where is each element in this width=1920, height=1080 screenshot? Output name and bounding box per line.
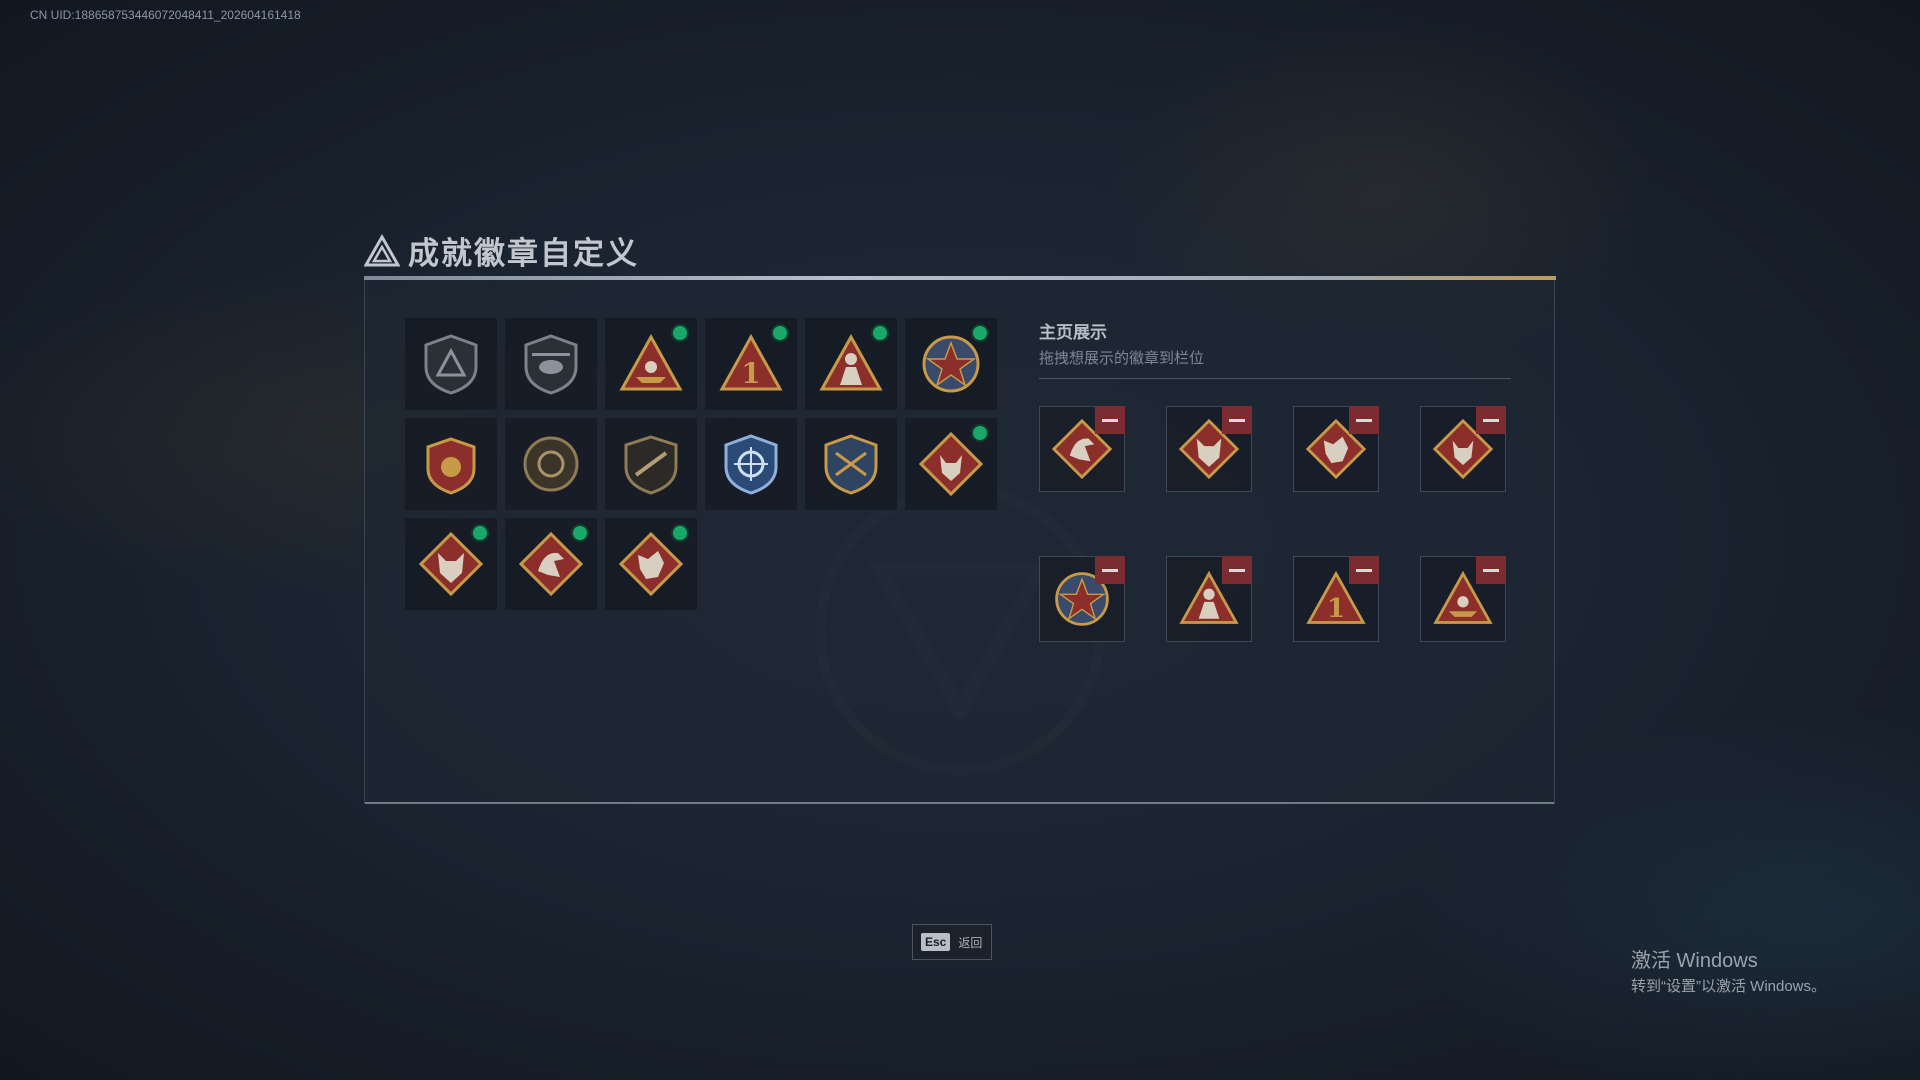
showcase-slot[interactable] <box>1420 556 1506 642</box>
minus-icon <box>1102 568 1118 572</box>
badge-slot[interactable] <box>805 318 897 410</box>
badge-slot[interactable] <box>905 318 997 410</box>
remove-badge-button[interactable] <box>1349 556 1379 584</box>
badge-slot[interactable] <box>605 418 697 510</box>
new-indicator-dot <box>773 326 787 340</box>
remove-badge-button[interactable] <box>1222 406 1252 434</box>
minus-icon <box>1483 418 1499 422</box>
rifle-shield-badge-icon <box>624 435 678 495</box>
showcase-slot[interactable] <box>1293 406 1379 492</box>
badge-slot[interactable] <box>505 318 597 410</box>
badge-slot[interactable] <box>505 418 597 510</box>
minus-icon <box>1483 568 1499 572</box>
minus-icon <box>1102 418 1118 422</box>
triangle-soldier-badge-icon <box>819 333 883 391</box>
showcase-slot-grid: 1 <box>1039 406 1506 642</box>
remove-badge-button[interactable] <box>1476 556 1506 584</box>
panel-bottom-border <box>365 802 1554 804</box>
badge-slot[interactable] <box>805 418 897 510</box>
star-medal-badge-icon <box>922 335 980 393</box>
esc-key-hint: Esc <box>921 933 951 951</box>
showcase-slot[interactable]: 1 <box>1293 556 1379 642</box>
minus-icon <box>1229 568 1245 572</box>
badge-slot[interactable]: 1 <box>705 318 797 410</box>
new-indicator-dot <box>573 526 587 540</box>
windows-activation-title: 激活 Windows <box>1631 950 1758 972</box>
new-indicator-dot <box>973 426 987 440</box>
page-title: 成就徽章自定义 <box>408 236 639 272</box>
minus-icon <box>1229 418 1245 422</box>
remove-badge-button[interactable] <box>1095 406 1125 434</box>
triangle-logo-icon <box>364 233 400 266</box>
minus-icon <box>1356 568 1372 572</box>
new-indicator-dot <box>473 526 487 540</box>
badge-customize-panel: 1 主页展示 拖拽想展示的徽章到栏位 1 <box>364 280 1555 804</box>
windows-activation-subtitle: 转到“设置”以激活 Windows。 <box>1631 978 1827 995</box>
page-header: 成就徽章自定义 <box>364 228 639 273</box>
new-indicator-dot <box>673 326 687 340</box>
svg-text:1: 1 <box>1327 593 1345 624</box>
badge-slot[interactable] <box>605 318 697 410</box>
minus-icon <box>1356 418 1372 422</box>
new-indicator-dot <box>873 326 887 340</box>
shield-triangle-badge-icon <box>424 334 478 395</box>
remove-badge-button[interactable] <box>1476 406 1506 434</box>
gold-crest-badge-icon <box>824 434 878 495</box>
showcase-title: 主页展示 <box>1039 323 1107 343</box>
showcase-slot[interactable] <box>1039 406 1125 492</box>
badge-collection-grid: 1 <box>405 318 997 610</box>
back-label: 返回 <box>958 935 983 950</box>
helicopter-badge-icon <box>524 334 578 395</box>
uid-label: CN UID:1886587534460720484​11_2026041614… <box>30 8 301 22</box>
badge-slot[interactable] <box>605 518 697 610</box>
wolf-diamond-badge-icon <box>918 431 984 497</box>
showcase-divider <box>1039 378 1511 379</box>
homepage-showcase: 主页展示 拖拽想展示的徽章到栏位 1 <box>1039 318 1511 642</box>
blue-crosshair-badge-icon <box>724 434 778 495</box>
remove-badge-button[interactable] <box>1349 406 1379 434</box>
eagle-diamond-badge-icon <box>518 531 584 597</box>
svg-text:1: 1 <box>741 357 760 390</box>
gold-shield-badge-icon <box>426 437 476 495</box>
badge-slot[interactable] <box>405 318 497 410</box>
badge-slot[interactable] <box>405 418 497 510</box>
badge-slot[interactable] <box>505 518 597 610</box>
showcase-subtitle: 拖拽想展示的徽章到栏位 <box>1039 349 1205 367</box>
triangle-number-one-badge-icon: 1 <box>719 333 783 391</box>
back-button[interactable]: Esc 返回 <box>912 924 992 960</box>
dragon-diamond-badge-icon <box>618 531 684 597</box>
new-indicator-dot <box>673 526 687 540</box>
triangle-boat-badge-icon <box>619 333 683 391</box>
badge-slot[interactable] <box>405 518 497 610</box>
showcase-slot[interactable] <box>1420 406 1506 492</box>
new-indicator-dot <box>973 326 987 340</box>
remove-badge-button[interactable] <box>1095 556 1125 584</box>
showcase-slot[interactable] <box>1039 556 1125 642</box>
badge-slot[interactable] <box>905 418 997 510</box>
round-emblem-badge-icon <box>523 436 579 492</box>
showcase-slot[interactable] <box>1166 406 1252 492</box>
remove-badge-button[interactable] <box>1222 556 1252 584</box>
badge-slot[interactable] <box>705 418 797 510</box>
windows-activation-watermark: 激活 Windows 转到“设置”以激活 Windows。 <box>1631 944 1826 996</box>
wolf-head-diamond-badge-icon <box>418 531 484 597</box>
showcase-slot[interactable] <box>1166 556 1252 642</box>
